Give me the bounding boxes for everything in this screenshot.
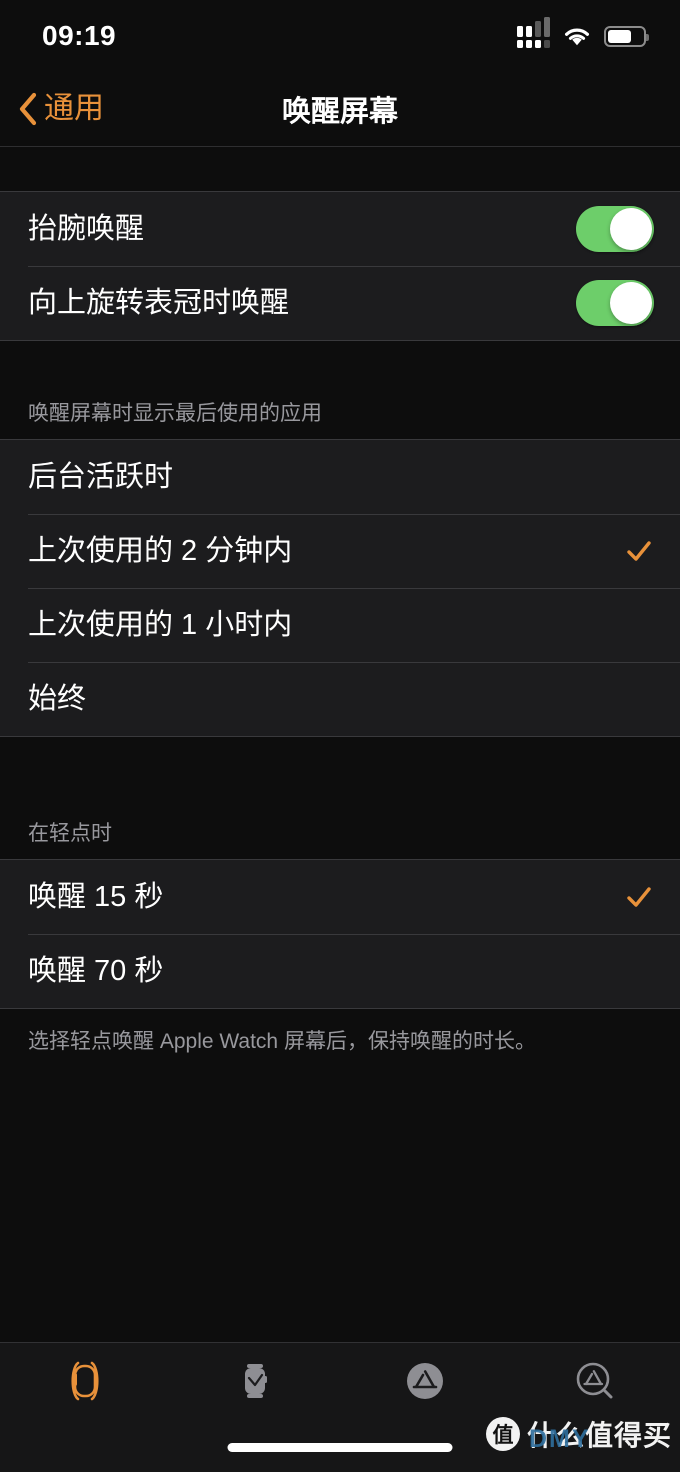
status-time: 09:19 <box>42 20 117 51</box>
app-screen: 09:19 通用 唤醒屏幕 抬腕唤醒 向上旋转表冠时唤醒 唤醒屏幕时显示最后使用… <box>0 0 680 1472</box>
section-header-last-app: 唤醒屏幕时显示最后使用的应用 <box>28 402 322 425</box>
row-label: 抬腕唤醒 <box>28 212 145 245</box>
option-within-2-minutes[interactable]: 上次使用的 2 分钟内 <box>0 514 680 588</box>
section-footer-on-tap: 选择轻点唤醒 Apple Watch 屏幕后，保持唤醒的时长。 <box>28 1030 536 1053</box>
spacer-before-last-app <box>0 341 680 397</box>
watermark-subtext: DMY <box>528 1425 591 1453</box>
wake-toggles-group: 抬腕唤醒 向上旋转表冠时唤醒 <box>0 191 680 341</box>
row-label: 唤醒 70 秒 <box>28 954 164 987</box>
row-crown-rotate-wake[interactable]: 向上旋转表冠时唤醒 <box>0 266 680 340</box>
home-indicator-area: 值 什么值得买 DMY <box>0 1412 680 1472</box>
watermark: 值 什么值得买 DMY <box>485 1414 672 1454</box>
checkmark-icon <box>627 541 651 561</box>
last-app-options-group: 后台活跃时 上次使用的 2 分钟内 上次使用的 1 小时内 始终 <box>0 439 680 737</box>
section-header-on-tap: 在轻点时 <box>28 822 112 845</box>
option-wake-15-seconds[interactable]: 唤醒 15 秒 <box>0 860 680 934</box>
toggle-wrist-raise-wake[interactable] <box>576 206 654 252</box>
settings-list[interactable]: 抬腕唤醒 向上旋转表冠时唤醒 唤醒屏幕时显示最后使用的应用 后台活跃时 上次使用… <box>0 146 680 1342</box>
row-label: 上次使用的 1 小时内 <box>28 608 293 641</box>
checkmark-icon <box>627 887 651 907</box>
row-label: 向上旋转表冠时唤醒 <box>28 286 290 319</box>
option-always[interactable]: 始终 <box>0 662 680 736</box>
row-wrist-raise-wake[interactable]: 抬腕唤醒 <box>0 192 680 266</box>
row-label: 唤醒 15 秒 <box>28 880 164 913</box>
back-button[interactable]: 通用 <box>0 92 104 126</box>
watermark-text: 什么值得买 DMY <box>527 1414 672 1454</box>
spacer-before-on-tap <box>0 737 680 817</box>
option-background-active[interactable]: 后台活跃时 <box>0 440 680 514</box>
spacer-top <box>0 147 680 191</box>
watermark-logo: 值 <box>485 1417 520 1451</box>
status-indicators <box>517 17 649 48</box>
watch-outline-icon <box>65 1355 105 1407</box>
search-app-store-icon <box>572 1355 618 1407</box>
cellular-signal-icon <box>517 17 550 48</box>
back-button-label: 通用 <box>44 92 104 125</box>
on-tap-options-group: 唤醒 15 秒 唤醒 70 秒 <box>0 859 680 1009</box>
option-within-1-hour[interactable]: 上次使用的 1 小时内 <box>0 588 680 662</box>
row-label: 后台活跃时 <box>28 460 174 493</box>
home-indicator[interactable] <box>227 1443 453 1452</box>
navigation-bar: 通用 唤醒屏幕 <box>0 72 680 146</box>
row-label: 始终 <box>28 682 87 715</box>
app-store-icon <box>402 1355 448 1407</box>
watch-face-icon <box>235 1355 275 1407</box>
toggle-crown-rotate-wake[interactable] <box>576 280 654 326</box>
chevron-left-icon <box>19 92 37 126</box>
battery-icon <box>604 25 649 47</box>
option-wake-70-seconds[interactable]: 唤醒 70 秒 <box>0 934 680 1008</box>
wifi-icon <box>565 28 589 45</box>
status-bar: 09:19 <box>0 0 680 72</box>
row-label: 上次使用的 2 分钟内 <box>28 534 293 567</box>
